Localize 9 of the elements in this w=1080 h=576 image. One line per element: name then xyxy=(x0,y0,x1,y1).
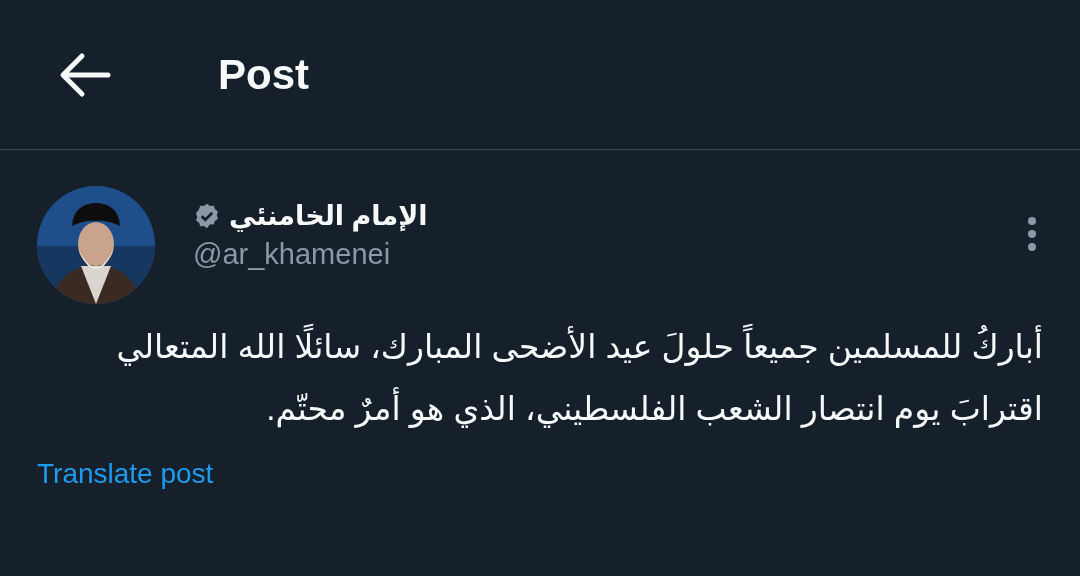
back-button[interactable] xyxy=(58,51,112,98)
more-options-button[interactable] xyxy=(1027,216,1037,252)
back-arrow-icon xyxy=(58,51,112,98)
more-icon xyxy=(1027,216,1037,252)
author-handle[interactable]: @ar_khamenei xyxy=(193,238,391,271)
post-text: أباركُ للمسلمين جميعاً حلولَ عيد الأضحى المبارك، سائلًا الله المتعالي اقترابَ يوم انتصار الشعب الفلسطيني، الذي هو أمرٌ محتّم. xyxy=(37,316,1043,440)
page-title: Post xyxy=(218,50,309,99)
author-name[interactable]: الإمام الخامنئي xyxy=(229,200,428,232)
translate-link[interactable]: Translate post xyxy=(37,458,214,490)
